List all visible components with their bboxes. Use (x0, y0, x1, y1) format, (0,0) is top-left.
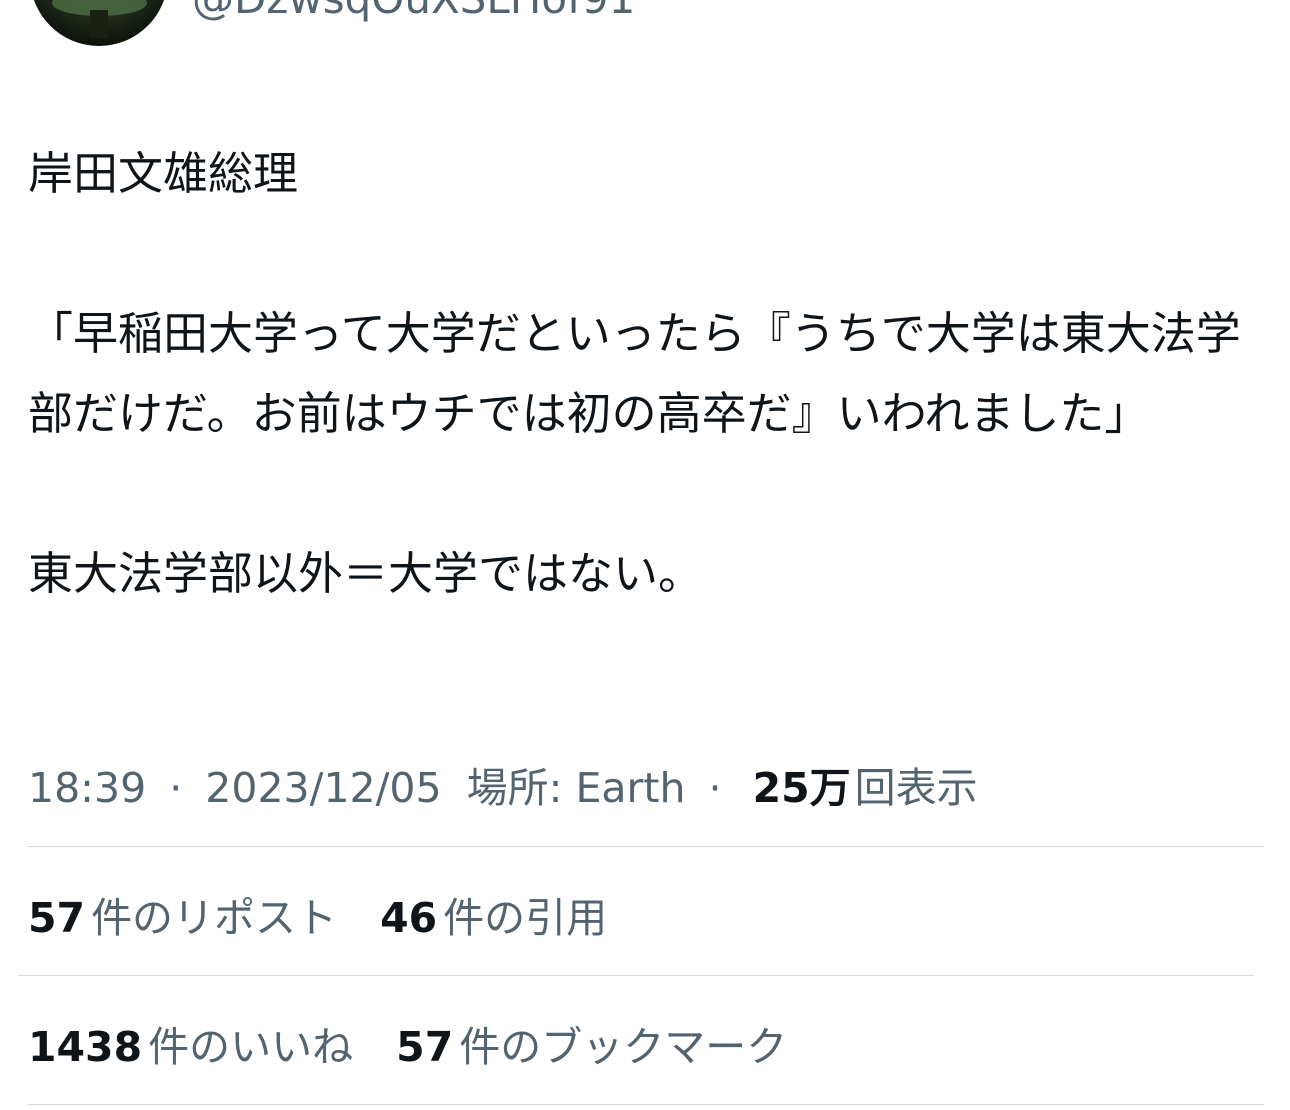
bookmarks-stat[interactable]: 57 件のブックマーク (396, 1013, 787, 1073)
divider (28, 1104, 1264, 1105)
reposts-stat[interactable]: 57 件のリポスト (28, 884, 337, 944)
likes-label: 件のいいね (148, 1023, 354, 1071)
tweet-time[interactable]: 18:39 (28, 764, 146, 812)
avatar[interactable] (30, 0, 168, 46)
repost-quote-stats: 57 件のリポスト 46 件の引用 (28, 884, 637, 944)
tweet-text: 岸田文雄総理 「早稲田大学って大学だといったら『うちで大学は東大法学部だけだ。お… (28, 134, 1258, 614)
divider (18, 975, 1254, 976)
tweet-detail: @DzwsqOuXSLHof91 岸田文雄総理 「早稲田大学って大学だといったら… (0, 0, 1290, 1110)
tweet-paragraph: 「早稲田大学って大学だといったら『うちで大学は東大法学部だけだ。お前はウチでは初… (28, 307, 1241, 440)
quotes-stat[interactable]: 46 件の引用 (380, 884, 607, 944)
likes-stat[interactable]: 1438 件のいいね (28, 1013, 353, 1073)
tweet-paragraph: 東大法学部以外＝大学ではない。 (28, 547, 704, 600)
divider (28, 846, 1264, 847)
reposts-label: 件のリポスト (91, 894, 338, 942)
tweet-date[interactable]: 2023/12/05 (205, 764, 441, 812)
bookmarks-label: 件のブックマーク (459, 1023, 788, 1071)
tweet-location: 場所: Earth (466, 764, 686, 812)
meta-separator: · (708, 764, 722, 812)
quotes-label: 件の引用 (443, 894, 608, 942)
tweet-blank-line (28, 214, 1258, 294)
quotes-count: 46 (380, 894, 438, 942)
avatar-trunk (90, 10, 108, 38)
likes-count: 1438 (28, 1023, 143, 1071)
bookmarks-count: 57 (396, 1023, 454, 1071)
tweet-blank-line (28, 454, 1258, 534)
views-count: 25万 (752, 764, 851, 812)
author-handle[interactable]: @DzwsqOuXSLHof91 (192, 0, 635, 23)
tweet-paragraph: 岸田文雄総理 (28, 147, 299, 200)
tweet-meta: 18:39 · 2023/12/05 場所: Earth · 25万回表示 (28, 754, 978, 814)
views-label: 回表示 (854, 764, 978, 812)
reposts-count: 57 (28, 894, 86, 942)
meta-separator: · (169, 764, 183, 812)
like-bookmark-stats: 1438 件のいいね 57 件のブックマーク (28, 1013, 817, 1073)
